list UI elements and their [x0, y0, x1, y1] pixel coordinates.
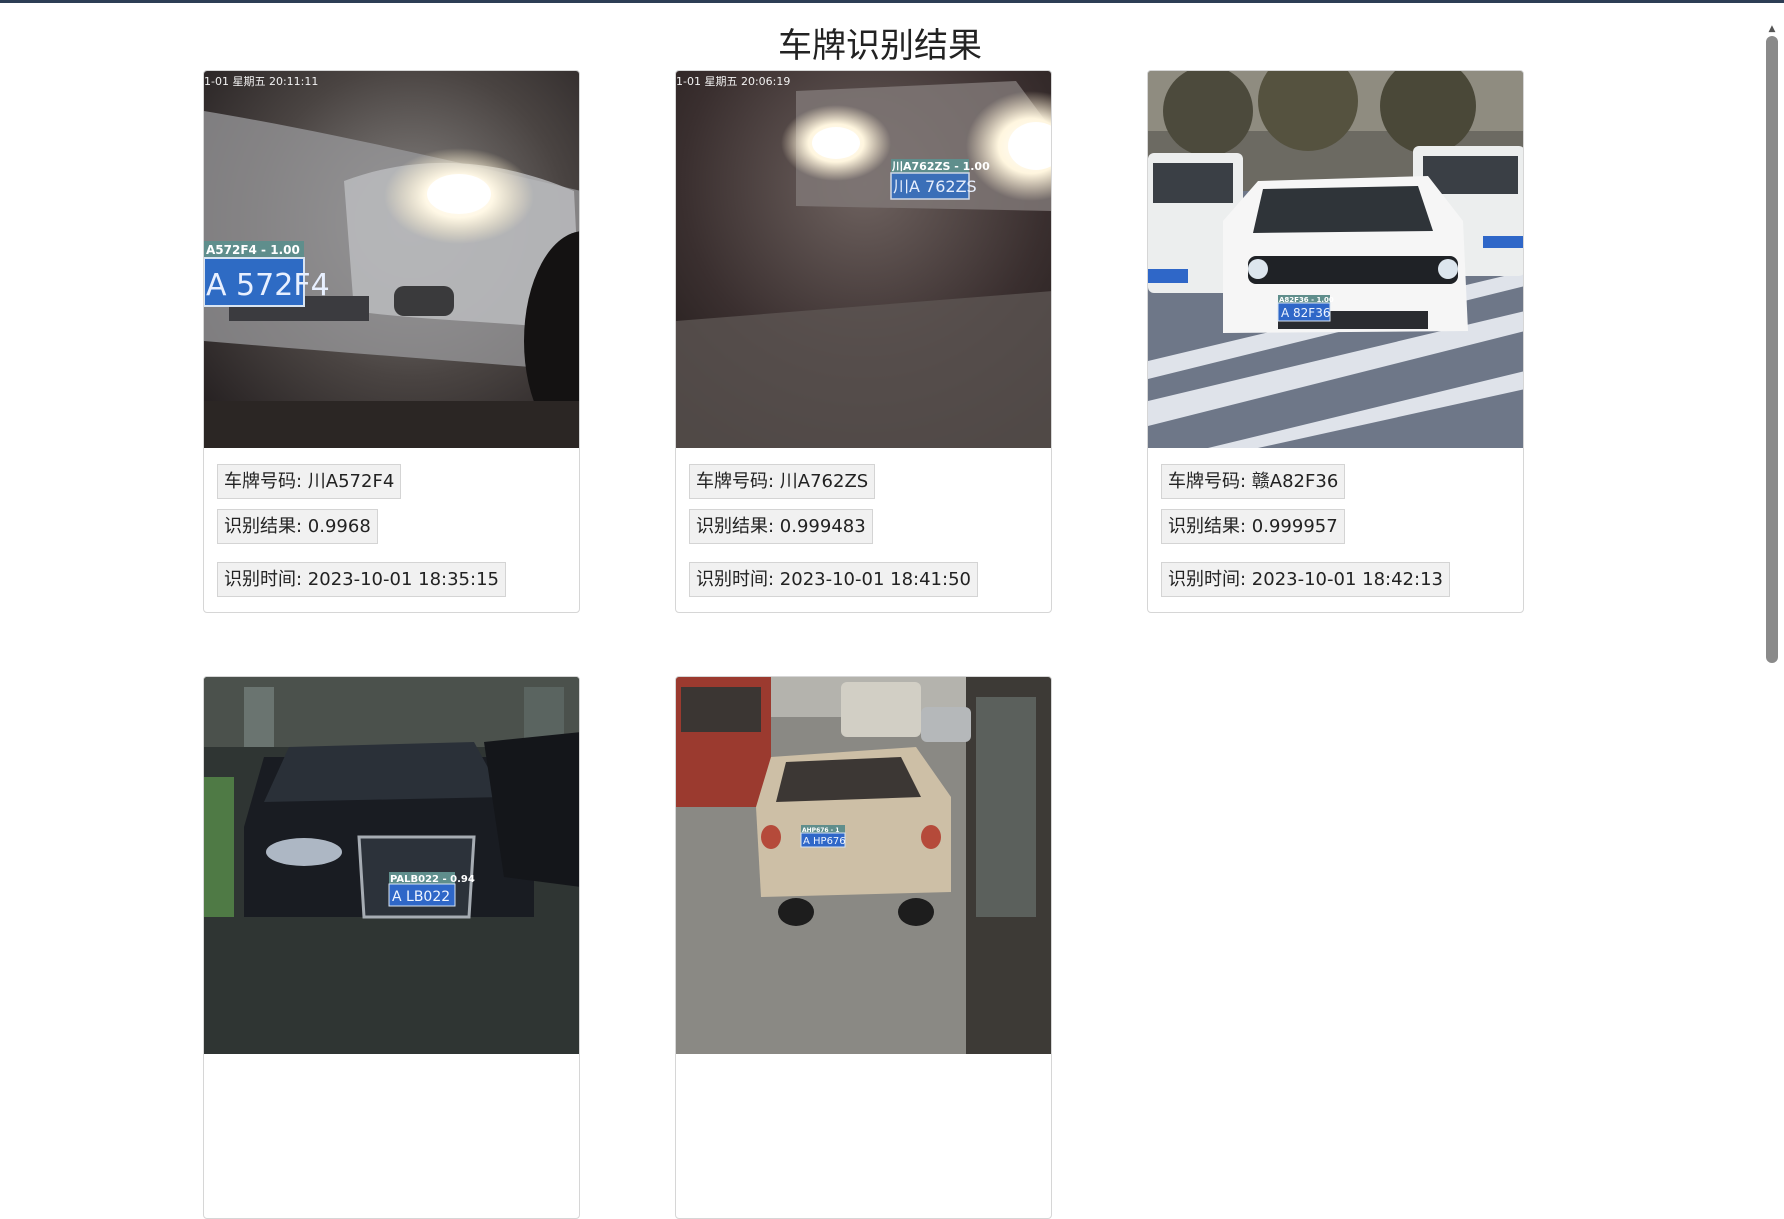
recognition-time-field: 识别时间: 2023-10-01 18:41:50 [689, 562, 978, 597]
vehicle-photo[interactable]: PALB022 - 0.94 A LB022 [204, 677, 579, 1054]
recognition-score-field: 识别结果: 0.9968 [217, 509, 378, 544]
scroll-up-arrow-icon[interactable]: ▲ [1765, 24, 1779, 34]
result-card: A572F4 - 1.00 A 572F4 1-01 星期五 20:11:11 … [203, 70, 580, 613]
plate-text-in-image: A LB022 [392, 889, 450, 905]
recognition-time: 2023-10-01 18:41:50 [779, 569, 971, 590]
recognition-score-field: 识别结果: 0.999483 [689, 509, 873, 544]
plate-number: 川A572F4 [307, 471, 395, 492]
vehicle-photo[interactable]: AHP676 - 1 A HP676 [676, 677, 1051, 1054]
detection-label: 川A762ZS - 1.00 [891, 160, 990, 173]
result-card: AHP676 - 1 A HP676 [675, 676, 1052, 1219]
vehicle-photo[interactable]: 川A762ZS - 1.00 川A 762ZS 1-01 星期五 20:06:1… [676, 71, 1051, 448]
recognition-time: 2023-10-01 18:35:15 [307, 569, 499, 590]
plate-number-field: 车牌号码: 川A762ZS [689, 464, 876, 499]
plate-number: 赣A82F36 [1251, 471, 1339, 492]
detection-label: A572F4 - 1.00 [206, 243, 300, 257]
recognition-score: 0.9968 [307, 516, 371, 537]
recognition-time-field: 识别时间: 2023-10-01 18:42:13 [1161, 562, 1450, 597]
result-card: A82F36 - 1.00 A 82F36 车牌号码: 赣A82F36 识别结果… [1147, 70, 1524, 613]
page-title: 车牌识别结果 [778, 25, 982, 66]
recognition-time-field: 识别时间: 2023-10-01 18:35:15 [217, 562, 506, 597]
plate-text-in-image: 川A 762ZS [893, 177, 977, 196]
camera-timestamp: 1-01 星期五 20:11:11 [204, 75, 318, 88]
scrollbar-thumb[interactable] [1766, 36, 1778, 663]
camera-timestamp: 1-01 星期五 20:06:19 [676, 75, 790, 88]
result-card: 川A762ZS - 1.00 川A 762ZS 1-01 星期五 20:06:1… [675, 70, 1052, 613]
plate-number: 川A762ZS [779, 471, 869, 492]
result-card: PALB022 - 0.94 A LB022 [203, 676, 580, 1219]
recognition-score: 0.999957 [1251, 516, 1338, 537]
recognition-score-field: 识别结果: 0.999957 [1161, 509, 1345, 544]
plate-number-field: 车牌号码: 赣A82F36 [1161, 464, 1346, 499]
window-top-border [0, 0, 1784, 3]
plate-number-field: 车牌号码: 川A572F4 [217, 464, 402, 499]
vehicle-photo[interactable]: A572F4 - 1.00 A 572F4 1-01 星期五 20:11:11 [204, 71, 579, 448]
plate-text-in-image: A 82F36 [1281, 306, 1330, 320]
plate-text-in-image: A 572F4 [206, 268, 330, 303]
recognition-time: 2023-10-01 18:42:13 [1251, 569, 1443, 590]
plate-text-in-image: A HP676 [803, 836, 846, 847]
detection-label: PALB022 - 0.94 [390, 874, 475, 885]
vehicle-photo[interactable]: A82F36 - 1.00 A 82F36 [1148, 71, 1523, 448]
recognition-score: 0.999483 [779, 516, 866, 537]
